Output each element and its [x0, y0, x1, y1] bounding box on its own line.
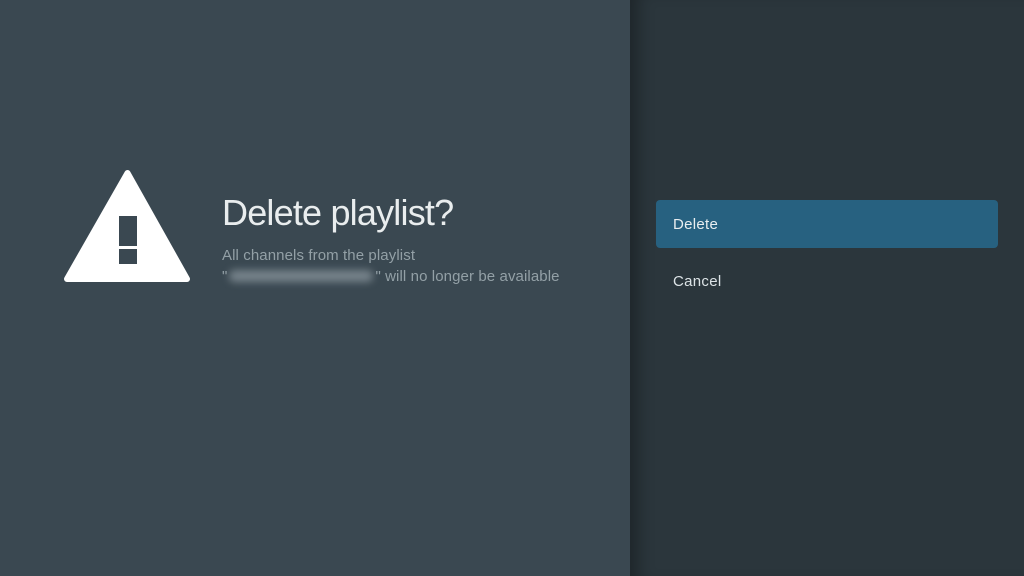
- description-line1: All channels from the playlist: [222, 247, 416, 264]
- delete-button-label: Delete: [673, 215, 719, 233]
- redacted-playlist-name: [229, 270, 374, 282]
- dialog-content-pane: Delete playlist? All channels from the p…: [0, 0, 630, 576]
- cancel-button-label: Cancel: [673, 272, 722, 290]
- dialog-title: Delete playlist?: [222, 192, 454, 233]
- open-quote: ": [222, 268, 228, 285]
- dialog-description: All channels from the playlist " " will no…: [222, 245, 560, 287]
- description-line2-suffix: " will no longer be available: [375, 268, 560, 285]
- warning-triangle-icon: [63, 169, 191, 283]
- delete-button[interactable]: Delete: [656, 200, 998, 248]
- actions-pane: Delete Cancel: [630, 0, 1024, 576]
- delete-playlist-dialog: Delete playlist? All channels from the p…: [0, 0, 1024, 576]
- cancel-button[interactable]: Cancel: [656, 257, 998, 305]
